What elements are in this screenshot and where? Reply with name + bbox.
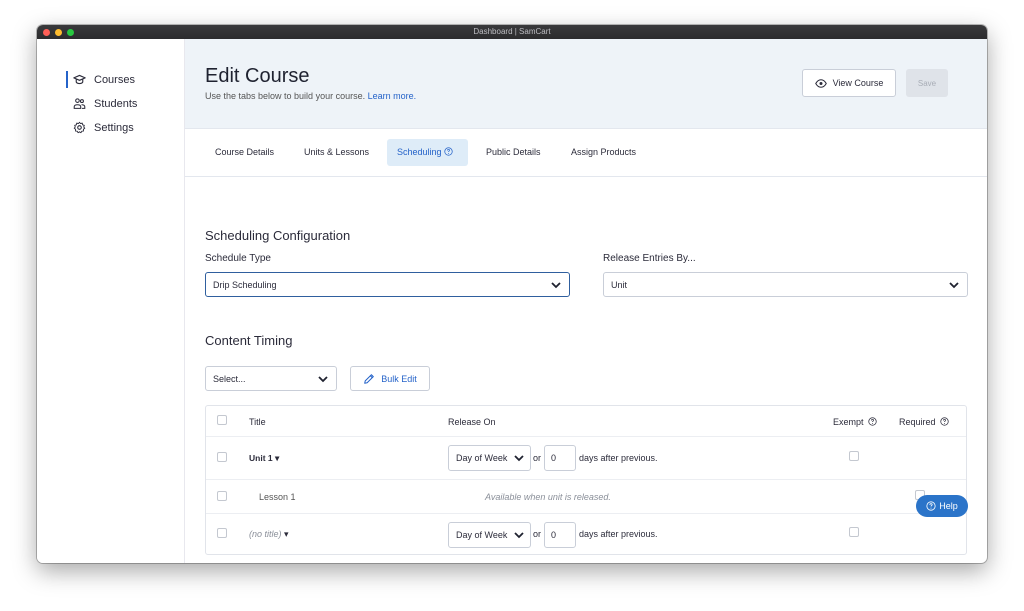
chevron-down-icon [318,375,328,382]
tab-assign-products[interactable]: Assign Products [561,139,646,166]
unit-title-text: (no title) [249,529,282,539]
pencil-icon [363,373,375,385]
sidebar-item-students[interactable]: Students [73,97,137,110]
column-header-title: Title [249,417,266,427]
save-button[interactable]: Save [906,69,948,97]
chevron-down-icon [514,455,524,462]
column-header-exempt: Exempt [833,417,878,427]
help-label: Help [939,501,958,511]
unit-title-text: Unit 1 [249,453,273,463]
or-label: or [533,453,542,463]
bulk-edit-button[interactable]: Bulk Edit [350,366,430,391]
sidebar-item-label: Settings [94,121,134,134]
eye-icon [814,78,827,88]
bulk-edit-label: Bulk Edit [381,373,417,384]
exempt-checkbox[interactable] [849,527,859,537]
table-row: (no title) ▾ Day of Week or 0 days after… [206,514,966,555]
row-checkbox[interactable] [217,528,227,538]
select-all-checkbox[interactable] [217,415,227,425]
page-header: Edit Course Use the tabs below to build … [185,39,987,129]
chevron-down-icon [551,281,561,288]
scheduling-configuration-title: Scheduling Configuration [205,228,351,243]
help-circle-icon [444,147,454,157]
or-label: or [533,529,542,539]
sidebar-item-courses[interactable]: Courses [66,71,135,88]
tab-label: Public Details [486,147,541,157]
release-day-select[interactable]: Day of Week [448,445,531,471]
content-timing-title: Content Timing [205,333,293,348]
days-after-label: days after previous. [579,529,658,539]
page-title: Edit Course [205,65,310,87]
lesson-title[interactable]: Lesson 1 [259,492,296,502]
release-entries-by-label: Release Entries By... [603,253,696,264]
caret-down-icon: ▾ [275,453,280,463]
days-after-label: days after previous. [579,453,658,463]
release-note: Available when unit is released. [485,492,611,502]
sidebar-item-label: Students [94,97,138,110]
sidebar: Courses Students Settings [37,39,185,563]
help-circle-icon [926,501,936,511]
column-header-required-label: Required [899,417,936,427]
select-value: Unit [611,279,628,290]
view-course-label: View Course [832,78,884,88]
tab-course-details[interactable]: Course Details [205,139,284,166]
release-entries-by-select[interactable]: Unit [603,272,968,297]
help-circle-icon[interactable] [868,417,878,427]
release-day-select[interactable]: Day of Week [448,522,531,548]
tab-label: Course Details [215,147,275,157]
schedule-type-select[interactable]: Drip Scheduling [205,272,570,297]
select-value: Drip Scheduling [213,279,277,290]
learn-more-link[interactable]: Learn more. [368,91,417,101]
users-icon [73,97,86,110]
sidebar-item-label: Courses [94,73,135,86]
select-value: Select... [213,373,246,384]
exempt-checkbox[interactable] [849,451,859,461]
row-checkbox[interactable] [217,452,227,462]
chevron-down-icon [514,532,524,539]
table-row: Unit 1 ▾ Day of Week or 0 days after pre… [206,437,966,480]
tab-label: Units & Lessons [304,147,370,157]
row-checkbox[interactable] [217,491,227,501]
days-after-input[interactable]: 0 [544,445,576,471]
window-title: Dashboard | SamCart [473,27,551,36]
graduation-cap-icon [73,73,86,86]
sidebar-item-settings[interactable]: Settings [73,121,134,134]
gear-icon [73,121,86,134]
tab-public-details[interactable]: Public Details [476,139,551,166]
input-value: 0 [551,530,557,540]
subtitle-text: Use the tabs below to build your course. [205,91,366,101]
schedule-type-label: Schedule Type [205,253,271,264]
tab-units-lessons[interactable]: Units & Lessons [294,139,379,166]
unit-title[interactable]: (no title) ▾ [249,529,289,540]
column-header-release-on: Release On [448,417,496,427]
table-header-row: Title Release On Exempt Required [206,406,966,437]
page-subtitle: Use the tabs below to build your course.… [205,91,416,101]
column-header-required: Required [899,417,950,427]
app-window: Dashboard | SamCart Courses Students Set… [37,25,987,563]
title-bar: Dashboard | SamCart [37,25,987,39]
chevron-down-icon [949,281,959,288]
help-button[interactable]: Help [916,495,968,517]
tab-scheduling[interactable]: Scheduling [387,139,468,166]
view-course-button[interactable]: View Course [802,69,896,97]
tab-bar: Course Details Units & Lessons Schedulin… [185,129,987,177]
tab-label: Scheduling [397,147,442,157]
select-value: Day of Week [456,453,508,463]
caret-down-icon: ▾ [284,529,289,539]
content-timing-table: Title Release On Exempt Required Unit 1 … [205,405,967,555]
tab-label: Assign Products [571,147,637,157]
bulk-action-select[interactable]: Select... [205,366,337,391]
input-value: 0 [551,453,557,463]
help-circle-icon[interactable] [940,417,950,427]
table-row: Lesson 1 Available when unit is released… [206,480,966,514]
unit-title[interactable]: Unit 1 ▾ [249,453,279,464]
select-value: Day of Week [456,530,508,540]
column-header-exempt-label: Exempt [833,417,864,427]
main-content: Edit Course Use the tabs below to build … [185,39,987,563]
days-after-input[interactable]: 0 [544,522,576,548]
